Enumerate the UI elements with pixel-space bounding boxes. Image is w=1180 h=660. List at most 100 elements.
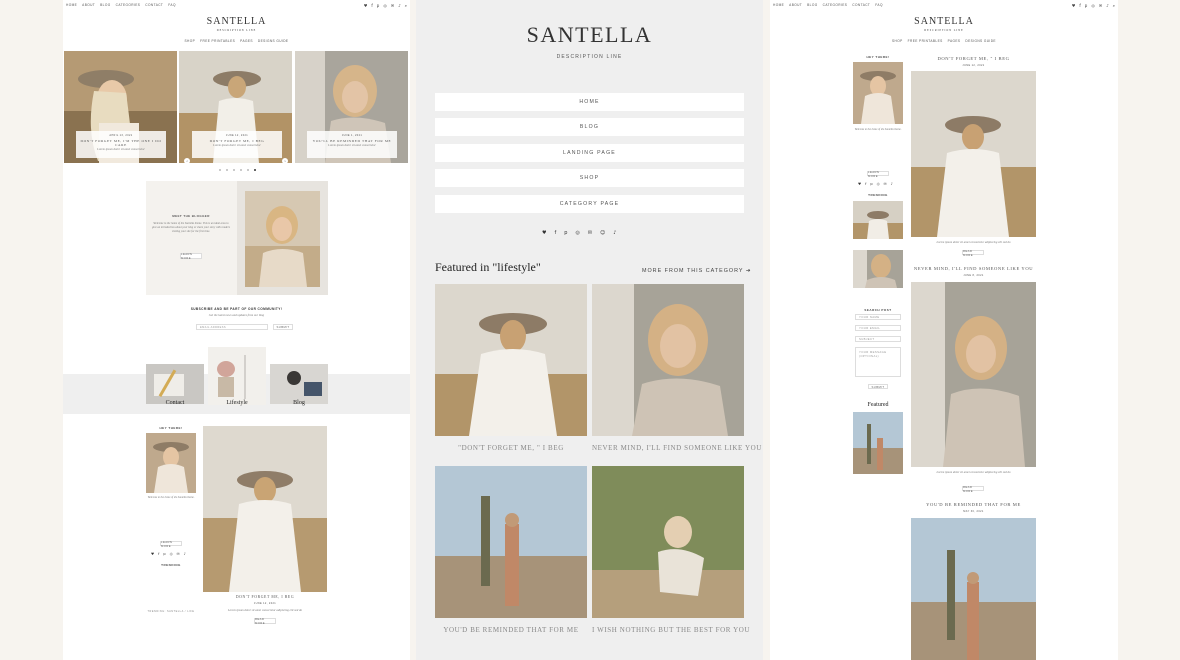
search-icon[interactable]: ⌕ xyxy=(1113,3,1115,8)
facebook-icon[interactable]: f xyxy=(865,182,866,186)
contact-email-input[interactable]: YOUR EMAIL xyxy=(855,325,901,331)
post-2-read-more-button[interactable]: READ MORE xyxy=(962,485,984,493)
category-label-blog[interactable]: Blog xyxy=(279,400,319,406)
top-nav-faq[interactable]: FAQ xyxy=(875,3,883,8)
post-1-image[interactable] xyxy=(911,71,1036,237)
instagram-icon[interactable]: ◎ xyxy=(170,552,173,556)
tiktok-icon[interactable]: ♪ xyxy=(891,182,893,186)
mobile-menu-category-page[interactable]: CATEGORY PAGE xyxy=(435,195,744,213)
contact-submit-button[interactable]: SUBMIT xyxy=(868,384,888,389)
main-nav-printables[interactable]: FREE PRINTABLES xyxy=(908,39,943,43)
contact-message-textarea[interactable]: YOUR MESSAGE (OPTIONAL) xyxy=(855,347,901,377)
facebook-icon[interactable]: f xyxy=(158,552,159,556)
pinterest-icon[interactable]: p xyxy=(870,182,872,186)
site-logo[interactable]: SANTELLA xyxy=(63,16,410,27)
main-nav-printables[interactable]: FREE PRINTABLES xyxy=(200,39,235,43)
slider-prev-arrow[interactable]: ‹ xyxy=(184,158,190,164)
newsletter-submit-button[interactable]: SUBMIT xyxy=(273,324,293,330)
mobile-site-logo[interactable]: SANTELLA xyxy=(416,22,763,48)
slider-dot[interactable] xyxy=(226,169,228,171)
tiktok-icon[interactable]: ♪ xyxy=(398,3,401,8)
slider-dot[interactable] xyxy=(247,169,249,171)
instagram-icon[interactable]: ◎ xyxy=(877,182,880,186)
about-learn-more-button[interactable]: LEARN MORE xyxy=(180,252,202,260)
twitter-icon[interactable]: ♥ xyxy=(1072,3,1076,8)
main-nav-pages[interactable]: PAGES xyxy=(240,39,253,43)
post-2-image[interactable] xyxy=(911,282,1036,467)
facebook-icon[interactable]: f xyxy=(1079,3,1080,8)
pinterest-icon[interactable]: p xyxy=(377,3,380,8)
trending-thumb-2[interactable] xyxy=(853,250,903,288)
tiktok-icon[interactable]: ♪ xyxy=(184,552,186,556)
category-label-lifestyle[interactable]: Lifestyle xyxy=(217,400,257,406)
top-nav-contact[interactable]: CONTACT xyxy=(852,3,870,8)
email-icon[interactable]: ✉ xyxy=(1099,3,1102,8)
mobile-menu-home[interactable]: HOME xyxy=(435,93,744,111)
post-title[interactable]: DON'T FORGET ME, I BEG xyxy=(203,595,327,599)
featured-image-4[interactable] xyxy=(592,466,744,618)
post-2-title[interactable]: NEVER MIND, I'LL FIND SOMEONE LIKE YOU xyxy=(911,266,1036,271)
sidebar-trending-tags[interactable]: TRENDING: SANTELLA / LIFE xyxy=(146,610,196,613)
main-nav-pages[interactable]: PAGES xyxy=(948,39,961,43)
post-3-image[interactable] xyxy=(911,518,1036,660)
slider-dot[interactable] xyxy=(240,169,242,171)
featured-caption-2[interactable]: NEVER MIND, I'LL FIND SOMEONE LIKE YOU xyxy=(592,444,761,452)
featured-caption-4[interactable]: I WISH NOTHING BUT THE BEST FOR YOU xyxy=(592,626,749,634)
post-image[interactable] xyxy=(203,426,327,592)
slider-dot-active[interactable] xyxy=(254,169,256,171)
email-icon[interactable]: ✉ xyxy=(884,182,887,186)
instagram-icon[interactable]: ◎ xyxy=(575,230,579,236)
top-nav-about[interactable]: ABOUT xyxy=(82,3,95,8)
sidebar-learn-more-button[interactable]: LEARN MORE xyxy=(160,540,182,548)
category-image-contact[interactable] xyxy=(146,364,204,404)
featured-caption-3[interactable]: YOU'D BE REMINDED THAT FOR ME xyxy=(435,626,587,634)
post-3-title[interactable]: YOU'D BE REMINDED THAT FOR ME xyxy=(911,502,1036,507)
site-logo[interactable]: SANTELLA xyxy=(770,16,1118,27)
slider-next-arrow[interactable]: › xyxy=(282,158,288,164)
twitter-icon[interactable]: ♥ xyxy=(542,230,546,236)
post-1-read-more-button[interactable]: READ MORE xyxy=(962,249,984,257)
category-image-blog[interactable] xyxy=(270,364,328,404)
top-nav-home[interactable]: HOME xyxy=(773,3,784,8)
category-label-contact[interactable]: Contact xyxy=(155,400,195,406)
featured-caption-1[interactable]: "DON'T FORGET ME, " I BEG xyxy=(435,444,587,452)
mobile-menu-blog[interactable]: BLOG xyxy=(435,118,744,136)
twitter-icon[interactable]: ♥ xyxy=(858,182,861,186)
sidebar-featured-image[interactable] xyxy=(853,412,903,474)
tiktok-icon[interactable]: ♪ xyxy=(613,230,616,236)
pinterest-icon[interactable]: p xyxy=(564,230,567,236)
top-nav-categories[interactable]: CATEGORIES xyxy=(116,3,141,8)
featured-image-1[interactable] xyxy=(435,284,587,436)
twitter-icon[interactable]: ♥ xyxy=(364,3,368,8)
email-icon[interactable]: ✉ xyxy=(177,552,180,556)
slider-dot[interactable] xyxy=(219,169,221,171)
instagram-icon[interactable]: ◎ xyxy=(383,3,387,8)
top-nav-home[interactable]: HOME xyxy=(66,3,77,8)
main-nav-designs[interactable]: DESIGNS GUIDE xyxy=(965,39,996,43)
search-icon[interactable]: ⌕ xyxy=(405,3,407,8)
facebook-icon[interactable]: f xyxy=(371,3,372,8)
top-nav-categories[interactable]: CATEGORIES xyxy=(823,3,848,8)
main-nav-shop[interactable]: SHOP xyxy=(185,39,196,43)
mobile-menu-shop[interactable]: SHOP xyxy=(435,169,744,187)
snapchat-icon[interactable]: ☺ xyxy=(600,230,605,236)
sidebar-learn-more-button[interactable]: LEARN MORE xyxy=(867,170,889,178)
contact-subject-input[interactable]: SUBJECT xyxy=(855,336,901,342)
featured-image-2[interactable] xyxy=(592,284,744,436)
pinterest-icon[interactable]: p xyxy=(1085,3,1088,8)
facebook-icon[interactable]: f xyxy=(554,230,556,236)
featured-image-3[interactable] xyxy=(435,466,587,618)
newsletter-email-input[interactable]: EMAIL ADDRESS xyxy=(196,324,268,330)
instagram-icon[interactable]: ◎ xyxy=(1091,3,1095,8)
email-icon[interactable]: ✉ xyxy=(391,3,394,8)
post-read-more-button[interactable]: READ MORE xyxy=(254,617,276,625)
main-nav-designs[interactable]: DESIGNS GUIDE xyxy=(258,39,289,43)
top-nav-blog[interactable]: BLOG xyxy=(100,3,110,8)
post-1-title[interactable]: DON'T FORGET ME, " I BEG xyxy=(911,56,1036,61)
trending-thumb-1[interactable] xyxy=(853,201,903,239)
contact-name-input[interactable]: YOUR NAME xyxy=(855,314,901,320)
tiktok-icon[interactable]: ♪ xyxy=(1106,3,1109,8)
top-nav-about[interactable]: ABOUT xyxy=(789,3,802,8)
email-icon[interactable]: ✉ xyxy=(588,230,592,236)
top-nav-contact[interactable]: CONTACT xyxy=(145,3,163,8)
